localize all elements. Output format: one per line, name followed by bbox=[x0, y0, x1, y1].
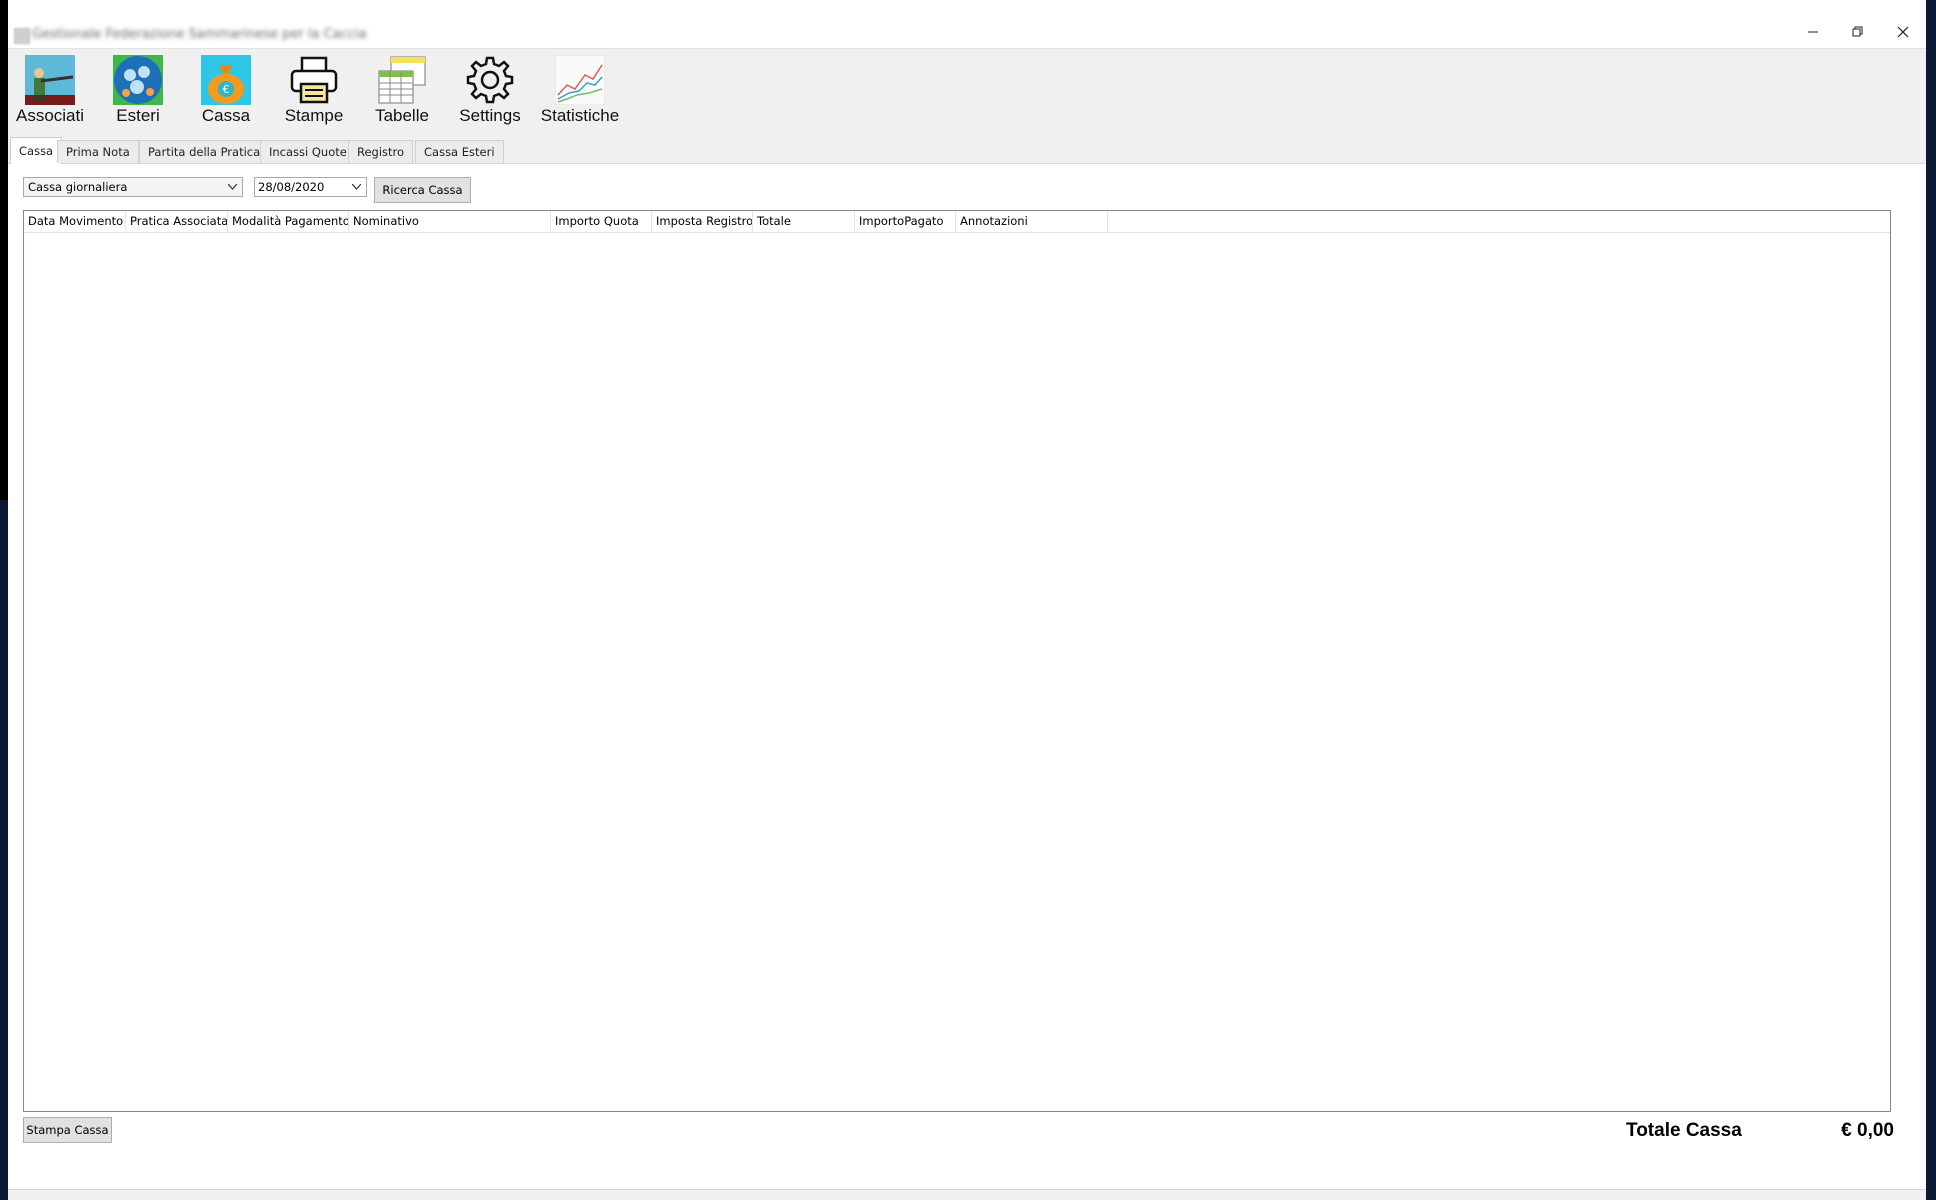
toolbar-label: Esteri bbox=[116, 106, 160, 125]
money-bag-icon: € bbox=[201, 55, 251, 105]
tab-partita-della-pratica[interactable]: Partita della Pratica bbox=[139, 140, 270, 163]
app-icon bbox=[14, 28, 30, 44]
period-select[interactable]: Cassa giornaliera bbox=[23, 177, 243, 197]
tab-registro[interactable]: Registro bbox=[348, 140, 414, 163]
period-select-value: Cassa giornaliera bbox=[28, 180, 128, 194]
main-toolbar: Associati Esteri € Cassa Stampe Tabelle … bbox=[8, 48, 1926, 138]
toolbar-label: Stampe bbox=[284, 106, 344, 125]
print-cassa-button[interactable]: Stampa Cassa bbox=[23, 1117, 112, 1143]
column-header[interactable]: Pratica Associata bbox=[126, 211, 228, 232]
cassa-panel: Cassa giornaliera 28/08/2020 Ricerca Cas… bbox=[8, 164, 1926, 1200]
toolbar-esteri-button[interactable]: Esteri bbox=[96, 55, 180, 133]
hunter-icon bbox=[25, 55, 75, 105]
column-header[interactable]: ImportoPagato bbox=[855, 211, 956, 232]
column-header[interactable]: Annotazioni bbox=[956, 211, 1108, 232]
line-chart-icon bbox=[554, 54, 606, 106]
close-icon bbox=[1897, 26, 1909, 38]
minimize-button[interactable] bbox=[1790, 16, 1836, 48]
svg-text:€: € bbox=[223, 83, 230, 96]
toolbar-label: Statistiche bbox=[540, 106, 620, 125]
tab-strip: Cassa Prima Nota Partita della Pratica I… bbox=[8, 137, 1926, 164]
toolbar-statistiche-button[interactable]: Statistiche bbox=[538, 54, 622, 133]
toolbar-label: Tabelle bbox=[375, 106, 429, 125]
app-window: Gestionale Federazione Sammarinese per l… bbox=[8, 0, 1926, 1200]
date-value: 28/08/2020 bbox=[258, 180, 325, 194]
toolbar-label: Cassa bbox=[201, 106, 251, 125]
column-header[interactable]: Imposta Registro bbox=[652, 211, 753, 232]
toolbar-tabelle-button[interactable]: Tabelle bbox=[360, 55, 444, 133]
toolbar-label: Associati bbox=[15, 106, 85, 125]
column-header[interactable]: Nominativo bbox=[349, 211, 551, 232]
column-header[interactable]: Modalità Pagamento bbox=[228, 211, 349, 232]
status-bar bbox=[8, 1189, 1926, 1200]
column-header[interactable]: Importo Quota bbox=[551, 211, 652, 232]
search-cassa-button[interactable]: Ricerca Cassa bbox=[374, 177, 471, 203]
table-icon bbox=[377, 55, 427, 105]
toolbar-associati-button[interactable]: Associati bbox=[8, 55, 92, 133]
close-button[interactable] bbox=[1880, 16, 1926, 48]
minimize-icon bbox=[1808, 31, 1818, 33]
total-cassa-value: € 0,00 bbox=[1841, 1120, 1894, 1141]
printer-icon bbox=[289, 55, 339, 105]
date-picker[interactable]: 28/08/2020 bbox=[254, 177, 367, 197]
restore-button[interactable] bbox=[1835, 16, 1881, 48]
toolbar-stampe-button[interactable]: Stampe bbox=[272, 55, 356, 133]
toolbar-label: Settings bbox=[459, 106, 521, 125]
tab-prima-nota[interactable]: Prima Nota bbox=[57, 140, 139, 163]
gear-icon bbox=[465, 55, 515, 105]
restore-icon bbox=[1852, 26, 1863, 37]
tab-cassa[interactable]: Cassa bbox=[10, 137, 63, 164]
tab-incassi-quote[interactable]: Incassi Quote bbox=[260, 140, 356, 163]
chevron-down-icon bbox=[352, 184, 361, 190]
toolbar-cassa-button[interactable]: € Cassa bbox=[184, 55, 268, 133]
title-bar: Gestionale Federazione Sammarinese per l… bbox=[8, 0, 1926, 48]
toolbar-settings-button[interactable]: Settings bbox=[448, 55, 532, 133]
column-header[interactable]: Totale bbox=[753, 211, 855, 232]
grid-header: Data Movimento Pratica Associata Modalit… bbox=[24, 211, 1890, 233]
cassa-grid[interactable]: Data Movimento Pratica Associata Modalit… bbox=[23, 210, 1891, 1112]
column-header[interactable]: Data Movimento bbox=[24, 211, 126, 232]
total-cassa-label: Totale Cassa bbox=[1626, 1120, 1742, 1141]
tab-cassa-esteri[interactable]: Cassa Esteri bbox=[415, 140, 504, 163]
chevron-down-icon bbox=[228, 184, 237, 190]
globe-people-icon bbox=[113, 55, 163, 105]
window-title: Gestionale Federazione Sammarinese per l… bbox=[32, 27, 367, 42]
desktop-edge bbox=[0, 0, 8, 500]
